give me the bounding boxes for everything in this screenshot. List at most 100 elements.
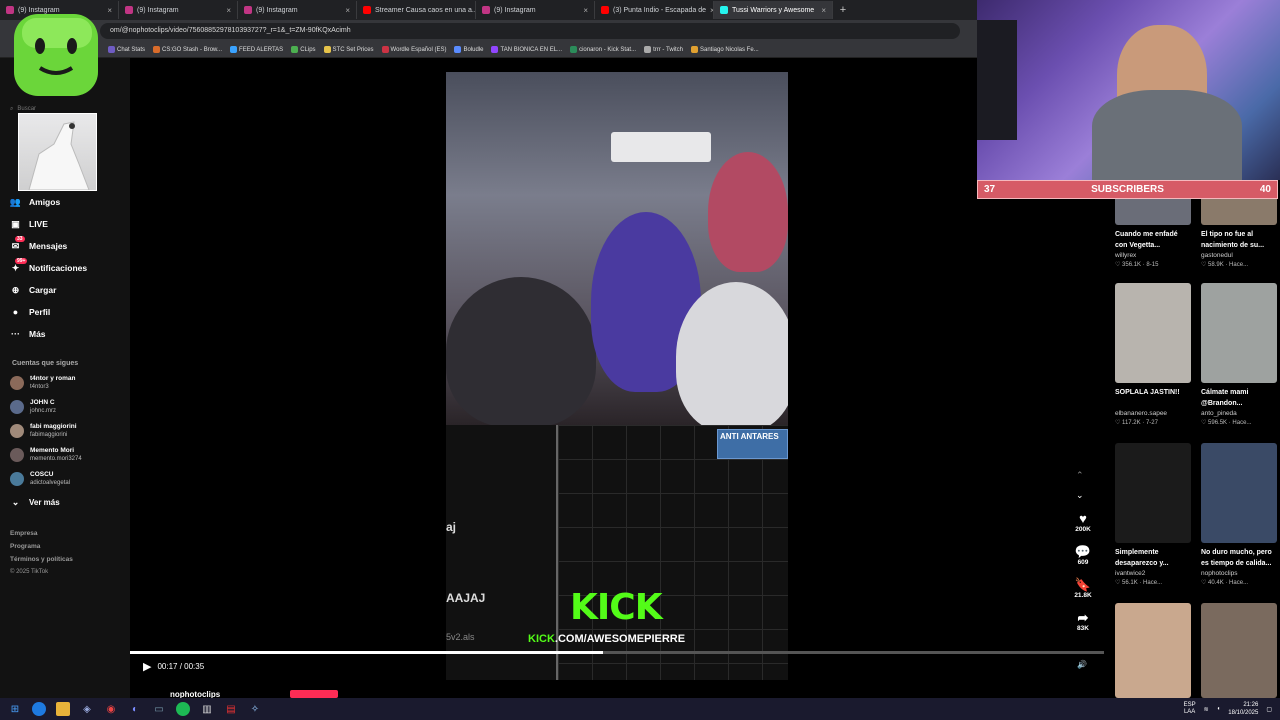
heart-icon: ♥ <box>1079 511 1087 526</box>
sidebar-item-perfil[interactable]: ● Perfil <box>10 303 125 321</box>
sidebar-item-ms[interactable]: ··· Más <box>10 325 125 343</box>
obs-icon[interactable]: ◉ <box>104 702 118 716</box>
comment-button[interactable]: 💬 609 <box>1066 545 1100 567</box>
video-meta: ♡ 58.9K · Hace... <box>1201 262 1249 268</box>
spotify-icon[interactable] <box>176 702 190 716</box>
heart-button[interactable]: ♥ 200K <box>1066 511 1100 534</box>
sidebar-item-label: Notificaciones <box>29 263 88 273</box>
action-count: 21.8K <box>1074 592 1092 599</box>
app-icon[interactable]: ▤ <box>224 702 238 716</box>
close-icon[interactable]: × <box>107 6 112 15</box>
bookmark-label: STC Set Prices <box>332 46 374 53</box>
tab-label: (3) Punta Indio - Escapada de <box>613 6 707 14</box>
avatar <box>10 400 24 414</box>
bookmark-icon <box>491 46 499 53</box>
following-account[interactable]: COSCU adictoalvegetal <box>10 468 125 490</box>
play-icon[interactable]: ▶ <box>143 660 151 673</box>
recommended-video[interactable]: Simplemente desaparezco y... ivantwice2 ♡ … <box>1115 443 1191 586</box>
bookmark-item[interactable]: trrr - Twitch <box>644 46 683 53</box>
bookmark-item[interactable]: Santiago Nicolas Fe... <box>690 46 759 53</box>
sidebar-item-label: Amigos <box>29 197 61 207</box>
video-player[interactable]: ANTI ANTARES aj AAJAJ 5v2.als KICK KICK.… <box>446 72 788 680</box>
discord-icon[interactable]: ◐ <box>128 702 142 716</box>
bookmark-item[interactable]: Boludle <box>454 46 483 53</box>
browser-tab[interactable]: (3) Punta Indio - Escapada de× <box>595 1 714 19</box>
account-handle: adictoalvegetal <box>30 480 71 486</box>
new-tab-button[interactable]: + <box>833 4 853 16</box>
following-account[interactable]: fabi maggiorini fabimaggiorini <box>10 420 125 442</box>
account-name: Memento Mori <box>30 447 75 454</box>
recommended-video[interactable]: Cálmate mami @Brandon... anto_pineda ♡ 596… <box>1201 283 1277 426</box>
bookmark-icon <box>690 46 698 53</box>
browser-tab[interactable]: Streamer Causa caos en una a...× <box>357 1 476 19</box>
bookmark-item[interactable]: CS:GO Stash - Brow... <box>153 46 222 53</box>
tab-label: Tussi Warriors y Awesome <box>732 6 815 14</box>
follow-button[interactable] <box>290 690 338 698</box>
clock[interactable]: 21:26 18/10/2025 <box>1228 701 1258 717</box>
sub-count-goal: 40 <box>1259 184 1271 195</box>
video-progress-bar[interactable] <box>130 651 1104 654</box>
share-icon: ➦ <box>1077 610 1089 625</box>
following-account[interactable]: JOHN C johnc.mrz <box>10 396 125 418</box>
see-more-button[interactable]: ⌄ Ver más <box>10 493 125 511</box>
wifi-icon[interactable]: ≋ <box>1204 706 1209 713</box>
recommended-video[interactable]: No duro mucho, pero es tiempo de calida.… <box>1201 443 1277 586</box>
sidebar-item-mensajes[interactable]: ✉ 33 Mensajes <box>10 235 125 255</box>
daw-clip: ANTI ANTARES <box>717 429 788 459</box>
bookmark-icon <box>153 46 161 53</box>
sidebar-item-notificaciones[interactable]: ✦ 99+ Notificaciones <box>10 257 125 277</box>
close-icon[interactable]: × <box>821 6 826 15</box>
bookmark-item[interactable]: CLips <box>291 46 316 53</box>
green-blob-emote <box>14 14 98 96</box>
favicon-icon <box>363 6 371 14</box>
chevron-down-icon[interactable]: ⌄ <box>1076 490 1084 501</box>
close-icon[interactable]: × <box>583 6 588 15</box>
kick-url: KICK.COM/AWESOMEPIERRE <box>528 633 685 645</box>
window-icon[interactable]: ▭ <box>152 702 166 716</box>
account-handle: memento.mori3274 <box>30 456 82 462</box>
bookmark-item[interactable]: Chat Stats <box>108 46 145 53</box>
browser-tab[interactable]: (9) Instagram × <box>476 1 595 19</box>
windows-start-icon[interactable]: ⊞ <box>8 702 22 716</box>
more-icon: ··· <box>11 329 20 339</box>
browser-tab[interactable]: (9) Instagram × <box>238 1 357 19</box>
bookmark-item[interactable]: Wordle Español (ES) <box>381 46 446 53</box>
sidebar-item-amigos[interactable]: 👥 Amigos <box>10 193 125 211</box>
bookmark-item[interactable]: TAN BIONICA EN EL... <box>491 46 562 53</box>
notifications-tray-icon[interactable]: ▢ <box>1266 706 1272 713</box>
footer-link[interactable]: Términos y políticas <box>10 556 73 563</box>
sidebar-item-live[interactable]: ▣ LIVE <box>10 215 125 233</box>
share-button[interactable]: ➦ 83K <box>1066 610 1100 633</box>
url-field[interactable]: om/@nophotoclips/video/75608852978103937… <box>100 23 960 39</box>
app-icon[interactable]: ✧ <box>248 702 262 716</box>
recommended-video[interactable]: SOPLALA JASTIN!! elbananero.sapee ♡ 117.2K… <box>1115 283 1191 426</box>
chrome-icon[interactable] <box>32 702 46 716</box>
recommended-video[interactable] <box>1115 603 1191 698</box>
close-icon[interactable]: × <box>226 6 231 15</box>
see-more-label: Ver más <box>29 497 60 507</box>
bookmark-item[interactable]: FEED ALERTAS <box>230 46 283 53</box>
app-icon[interactable]: ▥ <box>200 702 214 716</box>
notifications-icon: ✦ 99+ <box>11 257 28 273</box>
steam-icon[interactable]: ◈ <box>80 702 94 716</box>
tab-label: Streamer Causa caos en una a... <box>375 6 476 14</box>
browser-tab[interactable]: (9) Instagram × <box>119 1 238 19</box>
bookmark-item[interactable]: cionaron - Kick Stat... <box>570 46 636 53</box>
recommended-video[interactable] <box>1201 603 1277 698</box>
chevron-up-icon[interactable]: ⌃ <box>1076 470 1084 481</box>
bookmark-button[interactable]: 🔖 21.8K <box>1066 578 1100 600</box>
following-account[interactable]: Memento Mori memento.mori3274 <box>10 444 125 466</box>
sidebar-item-cargar[interactable]: ⊕ Cargar <box>10 281 125 299</box>
footer-link[interactable]: Programa <box>10 543 40 550</box>
following-account[interactable]: t4ntor y roman t4ntor3 <box>10 372 125 394</box>
close-icon[interactable]: × <box>345 6 350 15</box>
video-meta: ♡ 356.1K · 8-15 <box>1115 262 1159 268</box>
bookmark-label: TAN BIONICA EN EL... <box>500 46 563 53</box>
bookmark-item[interactable]: STC Set Prices <box>323 46 374 53</box>
volume-icon[interactable]: 🔊 <box>1077 660 1087 669</box>
language-indicator[interactable]: ESP LAA <box>1184 702 1196 716</box>
browser-tab[interactable]: Tussi Warriors y Awesome × <box>714 1 833 19</box>
volume-tray-icon[interactable]: ◖ <box>1217 706 1221 712</box>
folder-icon[interactable] <box>56 702 70 716</box>
footer-link[interactable]: Empresa <box>10 530 37 537</box>
